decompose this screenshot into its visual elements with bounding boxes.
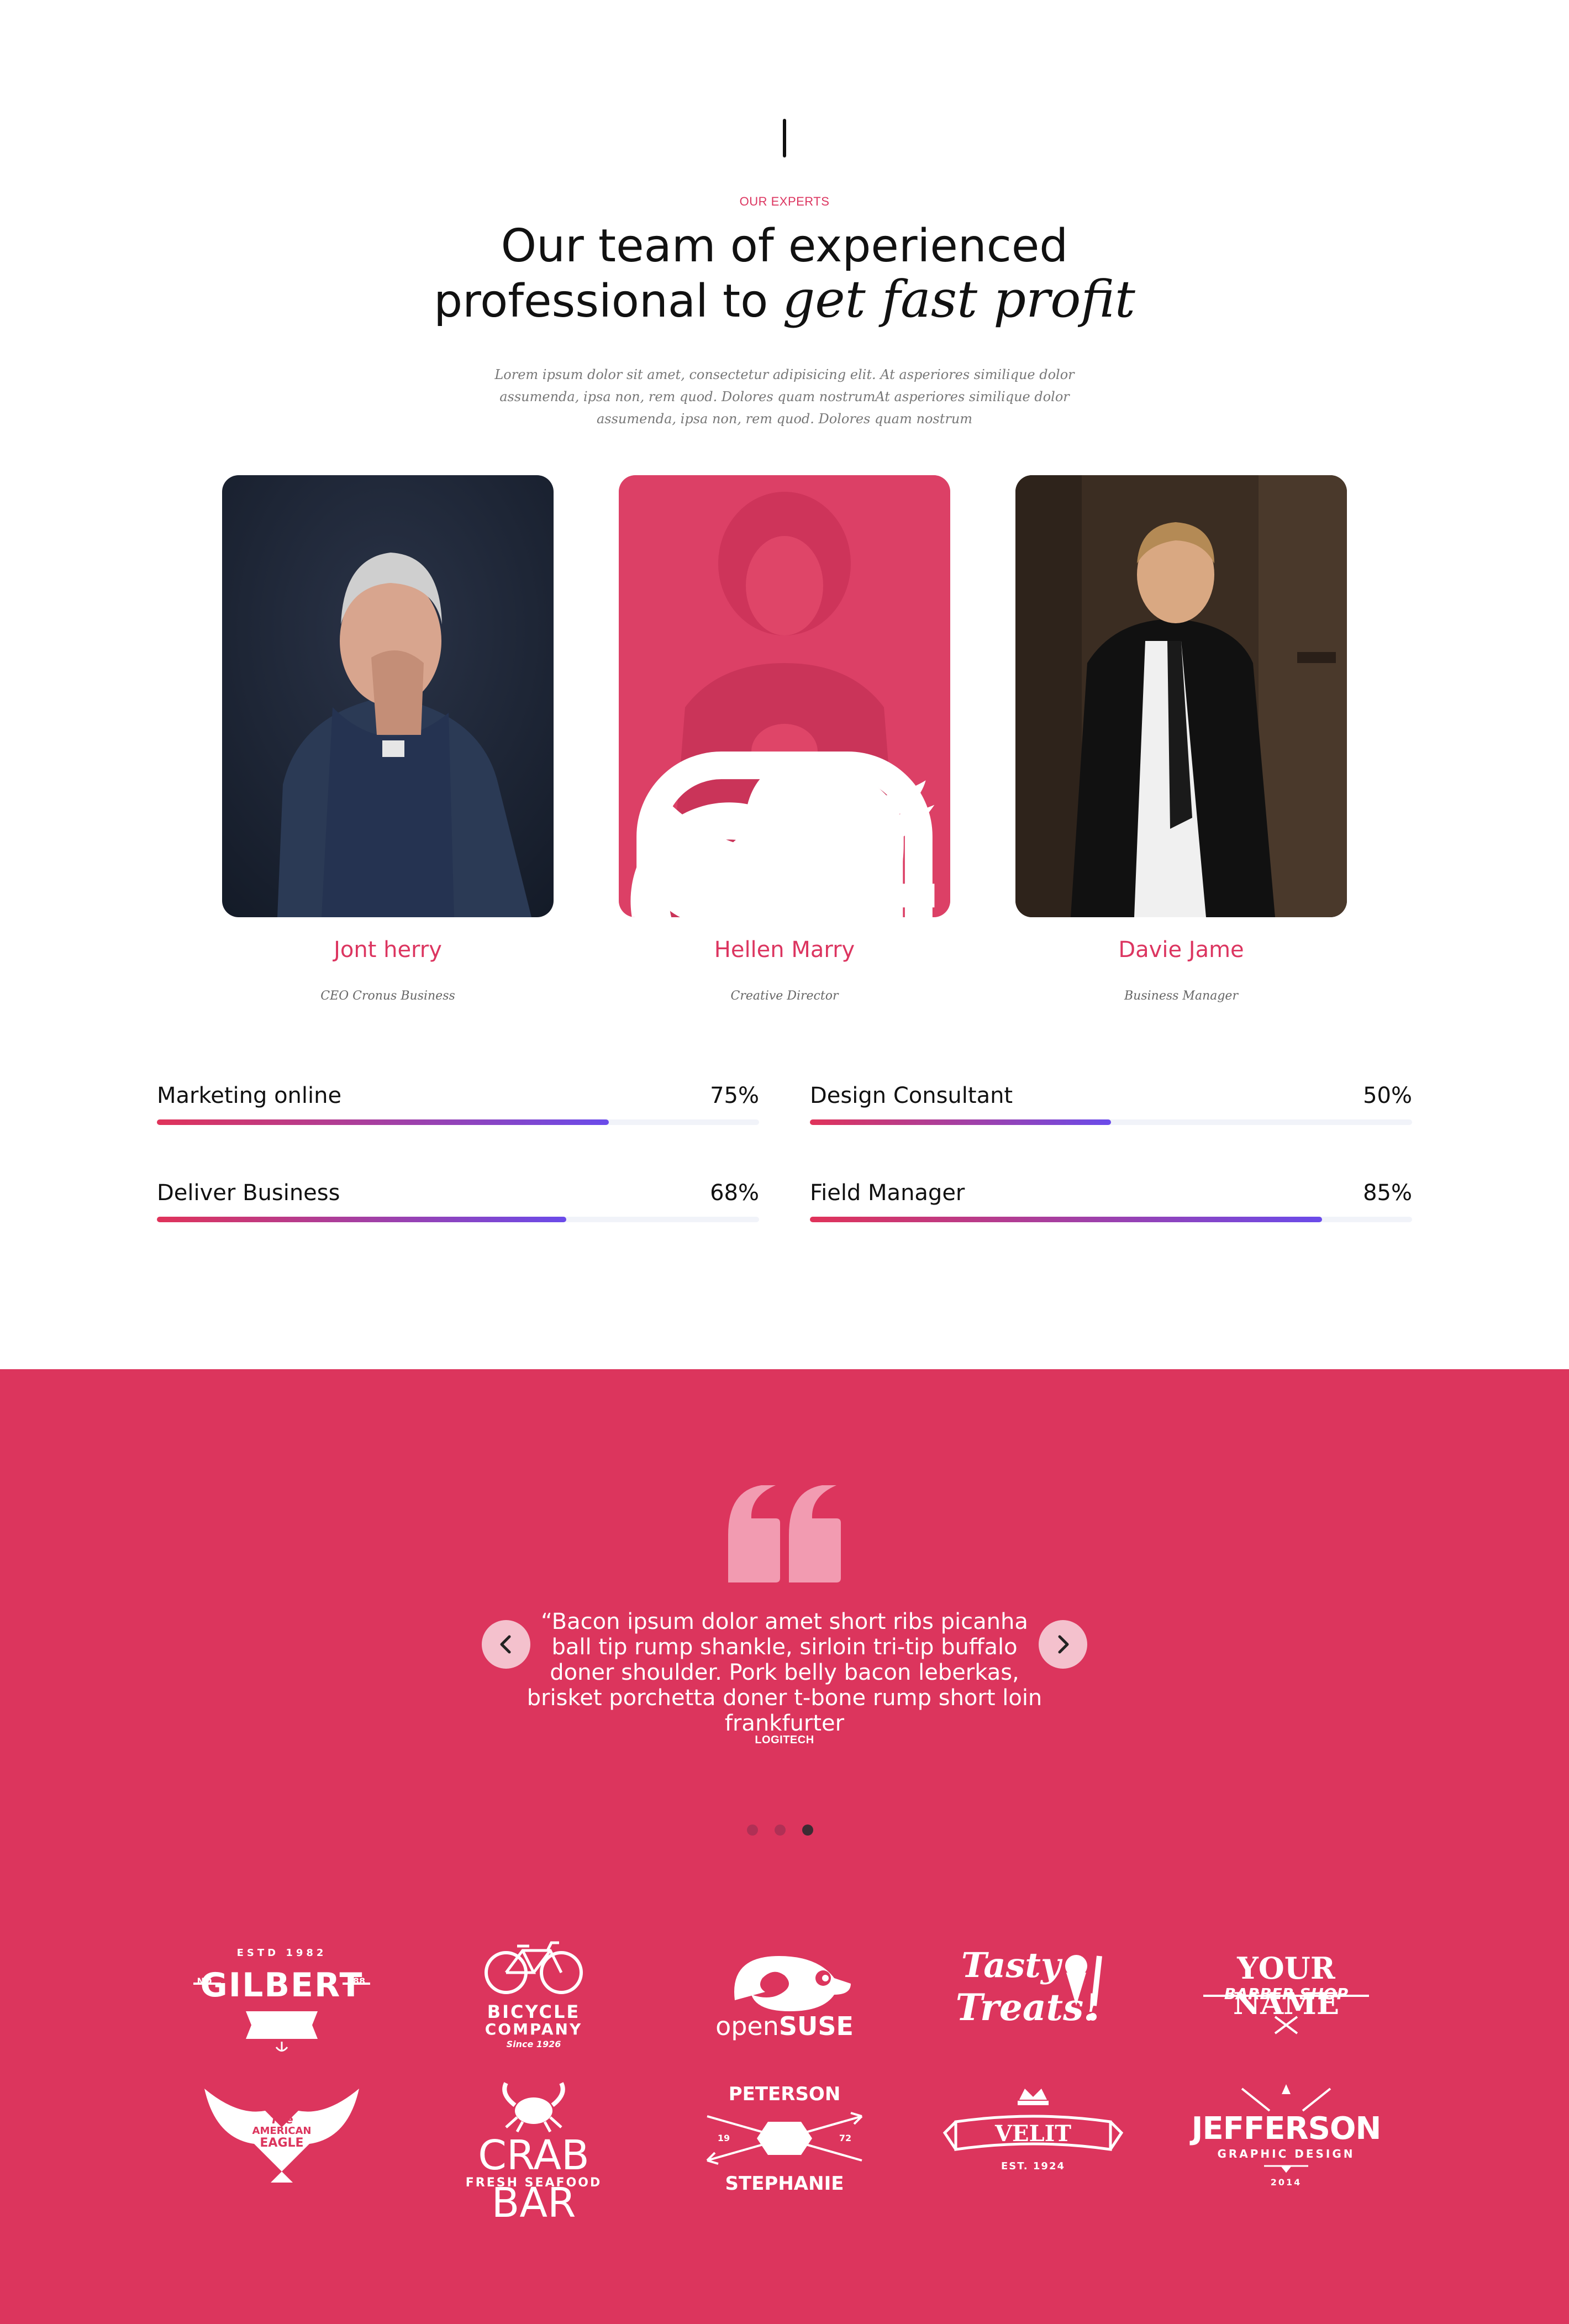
slider-dot[interactable]: [747, 1825, 758, 1836]
peterson-top: PETERSON: [728, 2083, 841, 2105]
opensuse-wordmark: openSUSE: [685, 2011, 884, 2041]
bicycle-line2: COMPANY: [485, 2020, 583, 2038]
jefferson-year: 2014: [1270, 2177, 1302, 2188]
section-divider: [783, 119, 786, 157]
portrait-photo: [222, 475, 554, 917]
headline-line-2: professional to: [434, 275, 783, 328]
opensuse-light: open: [715, 2011, 779, 2041]
peterson-stephanie-logo: PETERSON STEPHANIE 19 72: [685, 2078, 884, 2199]
progress-fill: [157, 1217, 567, 1222]
progress-track: [810, 1119, 1412, 1125]
progress-track: [157, 1119, 759, 1125]
opensuse-bold: SUSE: [778, 2011, 854, 2041]
velit-name: VELIT: [994, 2121, 1072, 2147]
testimonial-author: LOGITECH: [755, 1734, 814, 1746]
crab-bar-logo: CRAB BAR FRESH SEAFOOD: [434, 2078, 633, 2227]
chevron-right-icon: [1058, 1635, 1069, 1654]
skill-bar: Marketing online 75%: [157, 1083, 759, 1133]
member-role: CEO Cronus Business: [320, 989, 455, 1003]
jefferson-logo: JEFFERSON GRAPHIC DESIGN 2014: [1187, 2078, 1386, 2199]
opensuse-logo: openSUSE: [685, 1934, 884, 2055]
team-card-photo-hover[interactable]: [619, 475, 950, 917]
skill-bar: Design Consultant 50%: [810, 1083, 1412, 1133]
member-name[interactable]: Hellen Marry: [619, 937, 950, 963]
section-eyebrow: OUR EXPERTS: [739, 194, 830, 208]
eagle-line1: The: [270, 2113, 293, 2126]
jefferson-sub: GRAPHIC DESIGN: [1217, 2147, 1355, 2160]
bicycle-line1: BICYCLE: [487, 2001, 581, 2022]
portrait-photo: [1015, 475, 1347, 917]
member-role: Creative Director: [730, 989, 839, 1003]
headline-line-1: Our team of experienced: [501, 220, 1068, 272]
jefferson-name: JEFFERSON: [1191, 2111, 1382, 2147]
peterson-right: 72: [839, 2133, 852, 2143]
progress-fill: [810, 1217, 1322, 1222]
testimonial-quote: “Bacon ipsum dolor amet short ribs pican…: [526, 1609, 1043, 1736]
team-card-photo[interactable]: [222, 475, 554, 917]
barber-line2: BARBER SHOP: [1224, 1985, 1349, 2003]
eagle-line2: AMERICAN: [252, 2125, 312, 2137]
skill-percent: 75%: [710, 1083, 759, 1108]
slider-dots: [747, 1825, 822, 1837]
progress-track: [157, 1217, 759, 1222]
headline-emphasis: get fast profit: [782, 270, 1135, 329]
velit-logo: VELIT EST. 1924: [934, 2078, 1133, 2199]
skill-bar: Field Manager 85%: [810, 1180, 1412, 1230]
skill-label: Design Consultant: [810, 1083, 1013, 1108]
gilbert-right: 88: [352, 1976, 366, 1986]
bicycle-line3: Since 1926: [506, 2039, 561, 2049]
eagle-line3: EAGLE: [260, 2136, 304, 2150]
skill-percent: 85%: [1363, 1180, 1412, 1206]
american-eagle-logo: The AMERICAN EAGLE: [182, 2078, 381, 2199]
tasty-line2: Treats!: [955, 1986, 1100, 2029]
progress-track: [810, 1217, 1412, 1222]
velit-sub: EST. 1924: [1001, 2160, 1065, 2172]
member-name[interactable]: Jont herry: [222, 937, 554, 963]
tasty-treats-logo: Tasty Treats!: [934, 1934, 1133, 2055]
slider-dot[interactable]: [775, 1825, 786, 1836]
member-role: Business Manager: [1124, 989, 1238, 1003]
quote-icon: [728, 1485, 841, 1582]
skill-percent: 50%: [1363, 1083, 1412, 1108]
skill-label: Marketing online: [157, 1083, 342, 1108]
section-headline: Our team of experienced professional to …: [0, 220, 1569, 328]
progress-fill: [157, 1119, 609, 1125]
skill-label: Field Manager: [810, 1180, 965, 1206]
social-links: [619, 679, 950, 917]
peterson-bottom: STEPHANIE: [725, 2173, 844, 2195]
member-name[interactable]: Davie Jame: [1015, 937, 1347, 963]
chevron-left-icon: [500, 1635, 511, 1654]
instagram-icon[interactable]: [636, 679, 933, 917]
gilbert-logo: ESTD 1982 GILBERT NO 88: [182, 1934, 381, 2055]
skill-bar: Deliver Business 68%: [157, 1180, 759, 1230]
gilbert-estd: ESTD 1982: [236, 1947, 327, 1959]
progress-fill: [810, 1119, 1111, 1125]
skill-percent: 68%: [710, 1180, 759, 1206]
tasty-line1: Tasty: [961, 1945, 1061, 1985]
barber-shop-logo: YOUR NAME BARBER SHOP: [1187, 1934, 1386, 2055]
team-card-photo[interactable]: [1015, 475, 1347, 917]
section-intro: Lorem ipsum dolor sit amet, consectetur …: [494, 367, 1075, 427]
bicycle-company-logo: BICYCLE COMPANY Since 1926: [434, 1934, 633, 2055]
crab-sub: FRESH SEAFOOD: [465, 2176, 602, 2190]
slider-dot-active[interactable]: [802, 1825, 813, 1836]
skill-label: Deliver Business: [157, 1180, 340, 1206]
